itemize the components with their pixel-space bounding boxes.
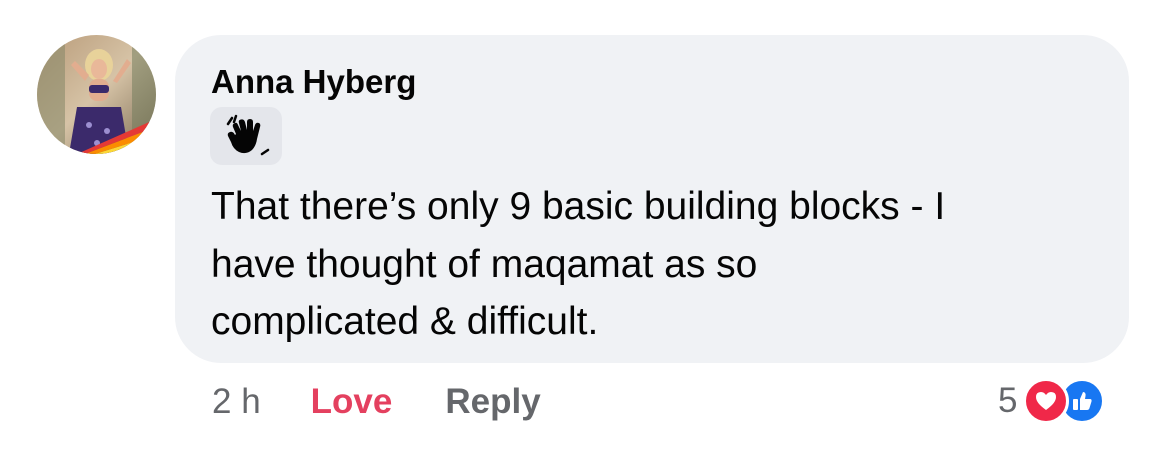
comment-actions: 2 h Love Reply [212, 378, 541, 426]
comment-text: That there’s only 9 basic building block… [211, 178, 1111, 351]
reaction-summary[interactable]: 5 [998, 376, 1106, 426]
profile-photo [37, 35, 156, 154]
reaction-count: 5 [998, 381, 1018, 420]
heart-icon [1023, 378, 1070, 424]
love-button[interactable]: Love [311, 382, 393, 422]
timestamp[interactable]: 2 h [212, 382, 261, 422]
comment-line: have thought of maqamat as so [211, 242, 758, 286]
comment-line: That there’s only 9 basic building block… [211, 185, 946, 228]
waving-hand-icon [226, 114, 270, 156]
reply-button[interactable]: Reply [445, 382, 540, 422]
wave-badge[interactable] [210, 107, 282, 165]
avatar[interactable] [37, 35, 156, 154]
comment-author[interactable]: Anna Hyberg [211, 62, 416, 102]
comment-line: complicated & difficult. [211, 300, 599, 343]
